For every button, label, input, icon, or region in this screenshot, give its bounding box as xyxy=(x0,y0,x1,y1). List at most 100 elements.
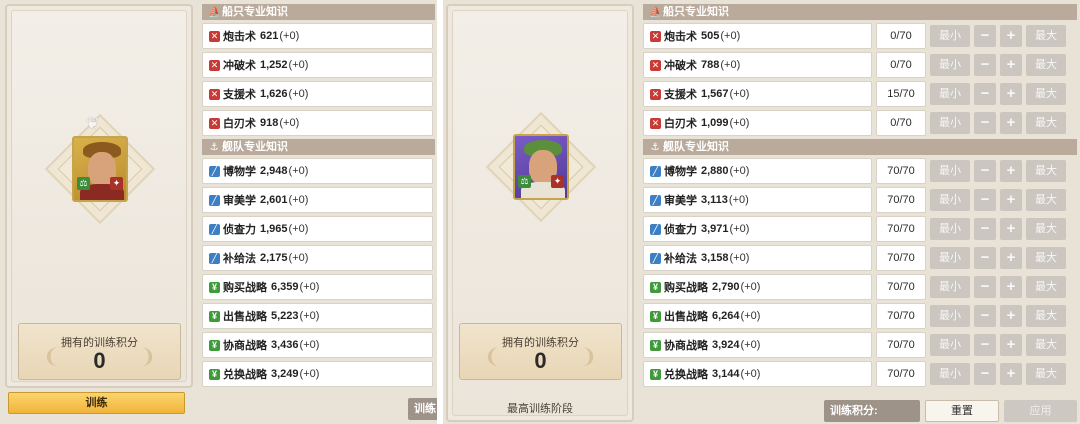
coin-icon: ¥ xyxy=(209,281,220,293)
max-button[interactable]: 最大 xyxy=(1026,276,1066,298)
skill-entry: ¥ 购买战略 2,790 (+0) xyxy=(643,274,872,300)
skill-value: 3,113 xyxy=(701,194,728,206)
min-button[interactable]: 最小 xyxy=(930,305,970,327)
decrement-button[interactable]: − xyxy=(974,218,996,240)
skill-entry: ✕ 白刃术 1,099 (+0) xyxy=(643,110,872,136)
apply-button[interactable]: 应用 xyxy=(1004,400,1077,422)
reset-button[interactable]: 重置 xyxy=(925,400,999,422)
decrement-button[interactable]: − xyxy=(974,363,996,385)
increment-button[interactable]: + xyxy=(1000,334,1022,356)
quill-icon: ╱ xyxy=(650,223,661,235)
skill-entry: ╱ 审美学 2,601 (+0) xyxy=(202,187,433,213)
skill-value: 1,567 xyxy=(701,88,729,100)
section-header: ⚓ 舰队专业知识 xyxy=(643,139,1077,155)
decrement-button[interactable]: − xyxy=(974,25,996,47)
skill-entry: ╱ 博物学 2,880 (+0) xyxy=(643,158,872,184)
max-button[interactable]: 最大 xyxy=(1026,25,1066,47)
min-button[interactable]: 最小 xyxy=(930,54,970,76)
skill-name: 协商战略 xyxy=(664,340,708,352)
skill-value: 3,249 xyxy=(271,368,299,380)
skill-bonus: (+0) xyxy=(720,30,741,42)
skill-entry: ╱ 审美学 3,113 (+0) xyxy=(643,187,872,213)
max-button[interactable]: 最大 xyxy=(1026,160,1066,182)
skill-bonus: (+0) xyxy=(729,117,750,129)
increment-button[interactable]: + xyxy=(1000,276,1022,298)
skill-value: 621 xyxy=(260,30,279,42)
skill-point-count: 70/70 xyxy=(876,303,926,329)
min-button[interactable]: 最小 xyxy=(930,218,970,240)
character-portrait[interactable]: ⚖ ✦ xyxy=(72,136,128,202)
skill-name: 白刃术 xyxy=(223,118,256,130)
decrement-button[interactable]: − xyxy=(974,54,996,76)
skill-bonus: (+0) xyxy=(299,368,320,380)
min-button[interactable]: 最小 xyxy=(930,334,970,356)
increment-button[interactable]: + xyxy=(1000,25,1022,47)
crossed-swords-icon: ✕ xyxy=(209,59,220,71)
max-button[interactable]: 最大 xyxy=(1026,112,1066,134)
skill-bonus: (+0) xyxy=(288,252,309,264)
decrement-button[interactable]: − xyxy=(974,276,996,298)
skill-name: 兑换战略 xyxy=(223,369,267,381)
increment-button[interactable]: + xyxy=(1000,247,1022,269)
skill-value: 3,971 xyxy=(701,223,729,235)
increment-button[interactable]: + xyxy=(1000,54,1022,76)
min-button[interactable]: 最小 xyxy=(930,112,970,134)
decrement-button[interactable]: − xyxy=(974,83,996,105)
section-title: 舰队专业知识 xyxy=(222,141,288,153)
min-button[interactable]: 最小 xyxy=(930,25,970,47)
coin-icon: ¥ xyxy=(209,368,220,380)
min-button[interactable]: 最小 xyxy=(930,160,970,182)
ship-icon: ⛵ xyxy=(649,7,662,18)
decrement-button[interactable]: − xyxy=(974,305,996,327)
skill-name: 侦查力 xyxy=(223,224,256,236)
skill-entry: ✕ 支援术 1,626 (+0) xyxy=(202,81,433,107)
skill-name: 购买战略 xyxy=(223,282,267,294)
increment-button[interactable]: + xyxy=(1000,160,1022,182)
max-button[interactable]: 最大 xyxy=(1026,363,1066,385)
quill-icon: ╱ xyxy=(650,194,661,206)
skill-row: ✕ 白刃术 918 (+0) xyxy=(202,110,435,136)
skill-list: ⛵ 船只专业知识 ✕ 炮击术 621 (+0) ✕ 冲破术 1,252 (+0) ✕ 支援术 1,626… xyxy=(202,4,435,390)
max-button[interactable]: 最大 xyxy=(1026,218,1066,240)
max-button[interactable]: 最大 xyxy=(1026,334,1066,356)
skill-value: 2,175 xyxy=(260,252,288,264)
increment-button[interactable]: + xyxy=(1000,305,1022,327)
min-button[interactable]: 最小 xyxy=(930,276,970,298)
train-button[interactable]: 训练 xyxy=(8,392,185,414)
max-button[interactable]: 最大 xyxy=(1026,83,1066,105)
skill-value: 505 xyxy=(701,30,720,42)
decrement-button[interactable]: − xyxy=(974,247,996,269)
skill-name: 炮击术 xyxy=(223,31,256,43)
fleet-icon: ⚓ xyxy=(209,142,219,153)
decrement-button[interactable]: − xyxy=(974,334,996,356)
skill-row: ¥ 出售战略 5,223 (+0) xyxy=(202,303,435,329)
increment-button[interactable]: + xyxy=(1000,112,1022,134)
min-button[interactable]: 最小 xyxy=(930,83,970,105)
max-button[interactable]: 最大 xyxy=(1026,247,1066,269)
decrement-button[interactable]: − xyxy=(974,112,996,134)
min-button[interactable]: 最小 xyxy=(930,189,970,211)
increment-button[interactable]: + xyxy=(1000,363,1022,385)
increment-button[interactable]: + xyxy=(1000,218,1022,240)
skill-entry: ╱ 补给法 3,158 (+0) xyxy=(643,245,872,271)
increment-button[interactable]: + xyxy=(1000,83,1022,105)
skill-row: ✕ 冲破术 1,252 (+0) xyxy=(202,52,435,78)
decrement-button[interactable]: − xyxy=(974,160,996,182)
skill-entry: ✕ 炮击术 505 (+0) xyxy=(643,23,872,49)
character-portrait[interactable]: ⚖ ✦ xyxy=(513,134,569,200)
skill-row: ╱ 侦查力 1,965 (+0) xyxy=(202,216,435,242)
max-button[interactable]: 最大 xyxy=(1026,54,1066,76)
max-button[interactable]: 最大 xyxy=(1026,305,1066,327)
scale-icon: ⚖ xyxy=(77,177,90,190)
skill-row: ╱ 博物学 2,948 (+0) xyxy=(202,158,435,184)
skill-value: 2,790 xyxy=(712,281,740,293)
increment-button[interactable]: + xyxy=(1000,189,1022,211)
skill-row: ╱ 补给法 3,158 (+0) 70/70 最小 − + 最大 xyxy=(643,245,1077,271)
skill-bonus: (+0) xyxy=(288,223,309,235)
min-button[interactable]: 最小 xyxy=(930,363,970,385)
coin-icon: ¥ xyxy=(209,339,220,351)
min-button[interactable]: 最小 xyxy=(930,247,970,269)
decrement-button[interactable]: − xyxy=(974,189,996,211)
skill-point-count: 0/70 xyxy=(876,110,926,136)
max-button[interactable]: 最大 xyxy=(1026,189,1066,211)
